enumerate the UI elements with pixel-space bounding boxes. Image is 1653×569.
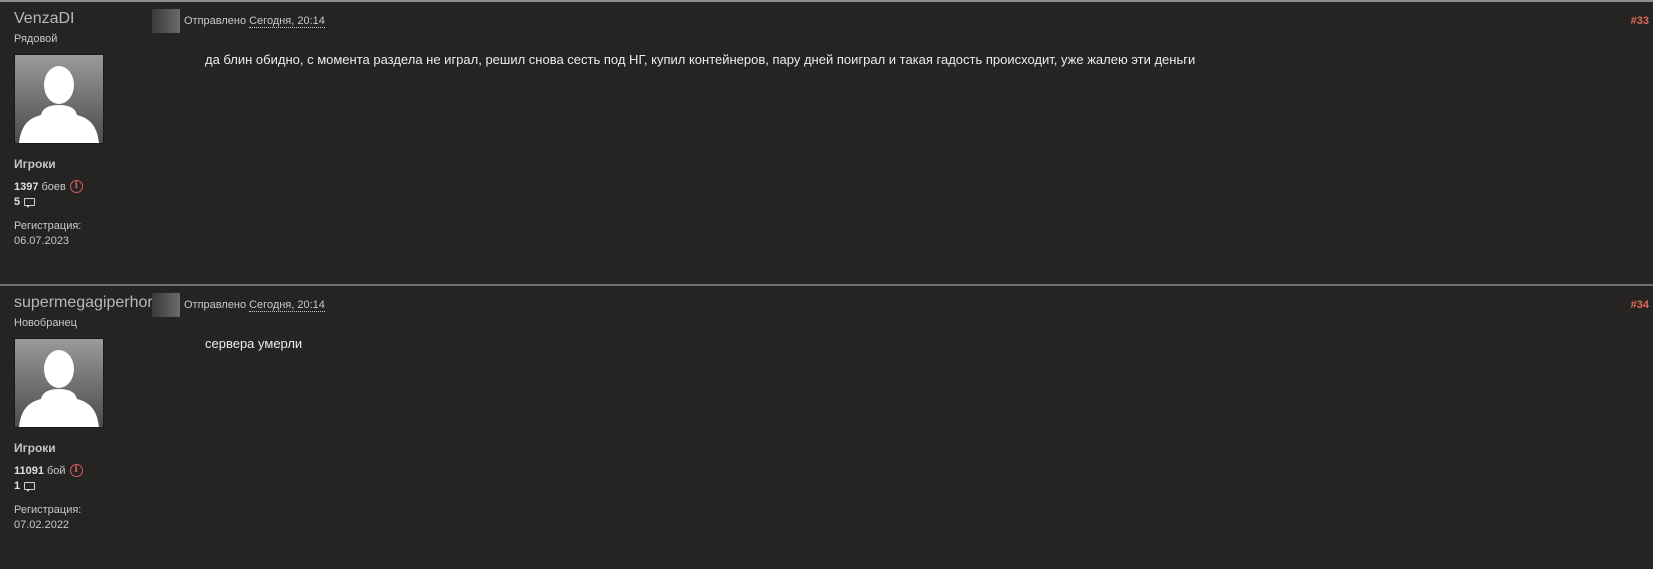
post-meta: Отправлено Сегодня, 20:14	[152, 9, 325, 33]
avatar-silhouette-icon	[19, 66, 99, 143]
battles-word: бой	[46, 464, 66, 477]
user-group: Игроки	[14, 441, 56, 455]
post-number-link[interactable]: #34	[1631, 299, 1649, 311]
posts-number: 5	[14, 196, 21, 208]
sent-label: Отправлено	[184, 15, 247, 27]
battles-count: 11091 бой i	[14, 464, 83, 477]
battles-word: боев	[41, 180, 66, 193]
info-icon[interactable]: i	[69, 464, 83, 477]
registration-label: Регистрация:	[14, 504, 82, 516]
registration-date: 06.07.2023	[14, 235, 70, 247]
avatar-silhouette-icon	[19, 350, 99, 427]
battles-number: 11091	[14, 464, 44, 477]
info-icon[interactable]: i	[69, 180, 83, 193]
post-number-link[interactable]: #33	[1631, 15, 1649, 27]
battles-count: 1397 боев i	[14, 180, 83, 193]
mini-avatar	[152, 293, 180, 317]
registration-date: 07.02.2022	[14, 519, 70, 531]
avatar[interactable]	[14, 54, 104, 144]
post-meta: Отправлено Сегодня, 20:14	[152, 293, 325, 317]
posts-count: 1	[14, 480, 36, 492]
mini-avatar	[152, 9, 180, 33]
user-rank: Новобранец	[14, 317, 77, 329]
post-body: да блин обидно, с момента раздела не игр…	[205, 52, 1196, 67]
user-rank: Рядовой	[14, 33, 58, 45]
comment-icon	[24, 198, 36, 208]
post-date: Сегодня, 20:14	[249, 298, 325, 312]
post-body: сервера умерли	[205, 336, 303, 351]
battles-number: 1397	[14, 180, 39, 193]
post-date: Сегодня, 20:14	[249, 14, 325, 28]
user-group: Игроки	[14, 157, 56, 171]
posts-number: 1	[14, 480, 21, 492]
forum-post: supermegagiperhoros Новобранец Игроки 11…	[0, 286, 1653, 568]
registration-label: Регистрация:	[14, 220, 82, 232]
avatar[interactable]	[14, 338, 104, 428]
forum-post: VenzaDI Рядовой Игроки 1397 боев i 5 Рег…	[0, 2, 1653, 284]
sent-label: Отправлено	[184, 299, 247, 311]
comment-icon	[24, 482, 36, 492]
posts-count: 5	[14, 196, 36, 208]
